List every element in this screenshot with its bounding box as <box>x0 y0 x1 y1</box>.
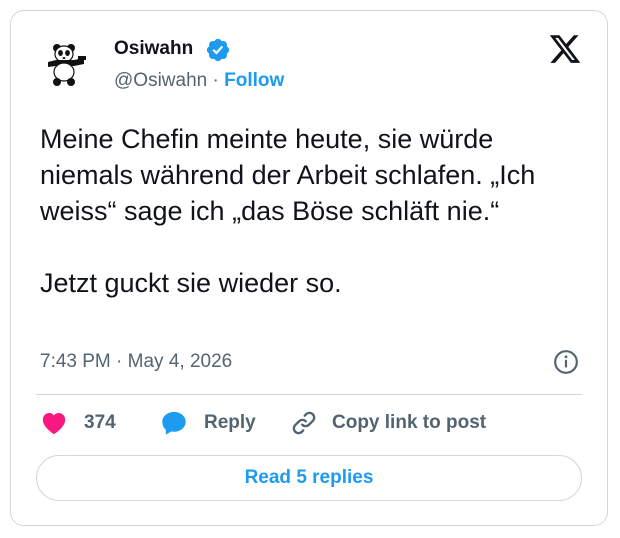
copy-link-button[interactable]: Copy link to post <box>290 408 486 438</box>
divider <box>36 394 582 395</box>
avatar[interactable] <box>40 40 90 90</box>
tweet-text: Meine Chefin meinte heute, sie würde nie… <box>40 124 536 298</box>
read-replies-button[interactable]: Read 5 replies <box>36 455 582 501</box>
copy-link-label: Copy link to post <box>332 412 487 433</box>
like-count: 374 <box>84 412 116 433</box>
handle-separator: · <box>212 70 219 91</box>
timestamp[interactable]: 7:43 PM · May 4, 2026 <box>40 351 232 373</box>
read-replies-label: Read 5 replies <box>244 467 374 488</box>
reply-button[interactable]: Reply <box>160 408 256 438</box>
follow-button[interactable]: Follow <box>224 70 284 91</box>
like-button[interactable]: 374 <box>40 408 116 438</box>
author-name[interactable]: Osiwahn <box>114 38 193 60</box>
info-icon[interactable] <box>553 349 579 375</box>
speech-bubble-icon <box>162 411 186 435</box>
link-icon <box>292 411 316 435</box>
x-logo-icon[interactable] <box>548 32 582 66</box>
author-handle[interactable]: @Osiwahn <box>114 70 207 91</box>
verified-badge-icon <box>206 38 230 62</box>
heart-icon <box>42 412 66 435</box>
reply-label: Reply <box>204 412 256 433</box>
handle-row: @Osiwahn · Follow <box>114 70 284 92</box>
